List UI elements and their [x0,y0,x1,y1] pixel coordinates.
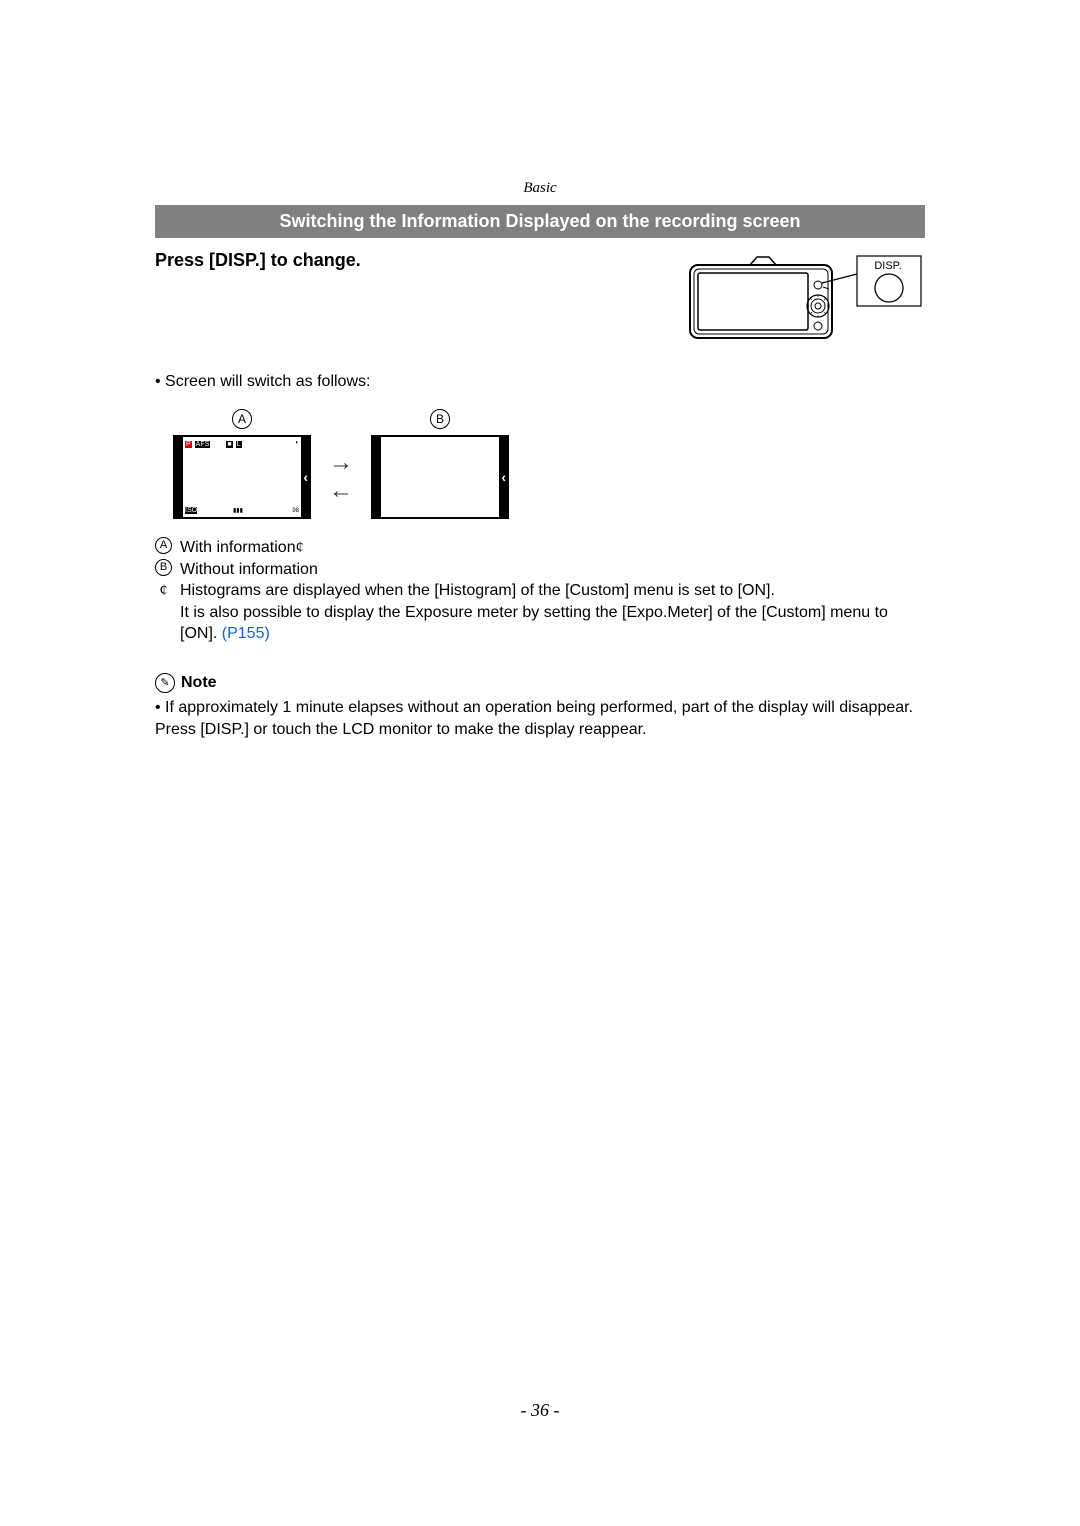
note-text: • If approximately 1 minute elapses with… [155,697,925,740]
screen-switch-diagram: A ‹ PAFS◉ ■ L ☐⊙ ◐ ISO ▮▮▮ 98 → ← B ‹ [173,409,925,519]
arrow-right-icon: → [329,451,353,475]
screen-without-info: ‹ [371,435,509,519]
disp-label-text: DISP. [874,260,901,272]
legend-star: ¢ Histograms are displayed when the [His… [155,580,925,645]
legend-b: B Without information [155,559,925,581]
legend-b-label: B [155,559,172,576]
screen-a: A ‹ PAFS◉ ■ L ☐⊙ ◐ ISO ▮▮▮ 98 [173,409,311,519]
chevron-left-icon: ‹ [501,469,506,485]
note-heading: ✎ Note [155,673,925,693]
legend-star-marker: ¢ [155,580,172,602]
label-b-circle: B [430,409,450,429]
legend-star-text-1: Histograms are displayed when the [Histo… [180,582,775,599]
section-label: Basic [155,180,925,197]
screen-with-info: ‹ PAFS◉ ■ L ☐⊙ ◐ ISO ▮▮▮ 98 [173,435,311,519]
page-link-p155[interactable]: (P155) [222,625,270,642]
page-number: - 36 - [0,1400,1080,1421]
heading-bar: Switching the Information Displayed on t… [155,205,925,238]
switch-arrows: → ← [329,451,353,503]
screen-b: B ‹ [371,409,509,519]
legend-a-text: With information [180,539,296,556]
camera-diagram: DISP. [685,253,925,343]
legend-a-marker: ¢ [296,539,304,556]
label-a-circle: A [232,409,252,429]
note-icon: ✎ [155,673,175,693]
legend-b-text: Without information [180,559,318,581]
chevron-left-icon: ‹ [303,469,308,485]
note-label: Note [181,674,217,692]
legend-block: A With information¢ B Without informatio… [155,537,925,645]
legend-star-text-2: It is also possible to display the Expos… [180,604,888,643]
switch-bullet: • Screen will switch as follows: [155,373,925,391]
legend-a-label: A [155,537,172,554]
legend-a: A With information¢ [155,537,925,559]
arrow-left-icon: ← [329,479,353,503]
